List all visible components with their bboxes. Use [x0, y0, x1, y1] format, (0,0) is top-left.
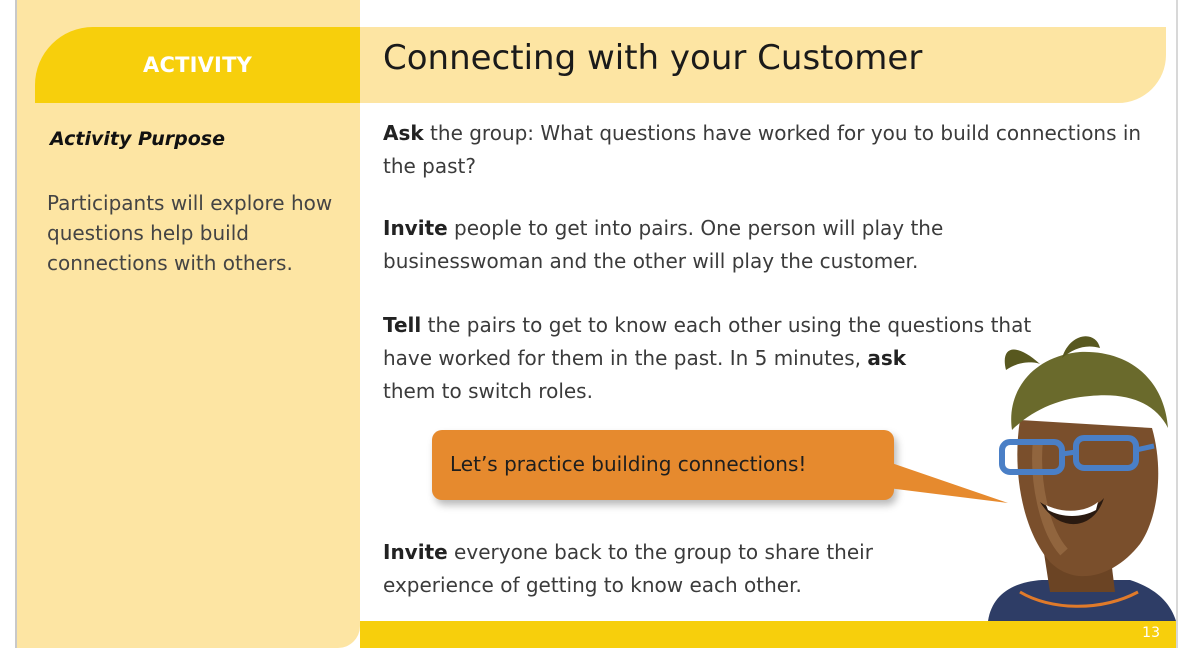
- footer-band: 13: [360, 621, 1176, 648]
- instruction-invite-back-text: everyone back to the group to share thei…: [383, 540, 873, 597]
- activity-label: ACTIVITY: [143, 53, 252, 77]
- instruction-tell-text1: the pairs to get to know each other usin…: [421, 313, 1032, 337]
- activity-purpose-text: Participants will explore how questions …: [47, 191, 333, 275]
- speech-bubble-text: Let’s practice building connections!: [450, 452, 807, 476]
- page-edge-right: [1176, 0, 1178, 648]
- activity-tab: ACTIVITY: [35, 27, 360, 103]
- instruction-ask: Ask the group: What questions have worke…: [383, 117, 1163, 183]
- instruction-tell-keyword: Tell: [383, 313, 422, 337]
- activity-purpose-title: Activity Purpose: [50, 128, 225, 150]
- instruction-ask-keyword: Ask: [383, 121, 424, 145]
- instruction-tell-text2: have worked for them in the past. In 5 m…: [383, 346, 868, 370]
- instruction-tell-keyword-ask: ask: [867, 346, 907, 370]
- instruction-ask-text: the group: What questions have worked fo…: [383, 121, 1142, 178]
- instruction-invite-pairs: Invite people to get into pairs. One per…: [383, 212, 1043, 278]
- speech-bubble: Let’s practice building connections!: [432, 430, 894, 500]
- woman-with-headscarf-illustration: [988, 336, 1176, 621]
- page-number: 13: [1142, 625, 1160, 641]
- instruction-invite-keyword: Invite: [383, 216, 448, 240]
- instruction-invite-back-keyword: Invite: [383, 540, 448, 564]
- instruction-invite-text: people to get into pairs. One person wil…: [383, 216, 944, 273]
- page-title: Connecting with your Customer: [383, 38, 923, 78]
- instruction-invite-back: Invite everyone back to the group to sha…: [383, 536, 983, 602]
